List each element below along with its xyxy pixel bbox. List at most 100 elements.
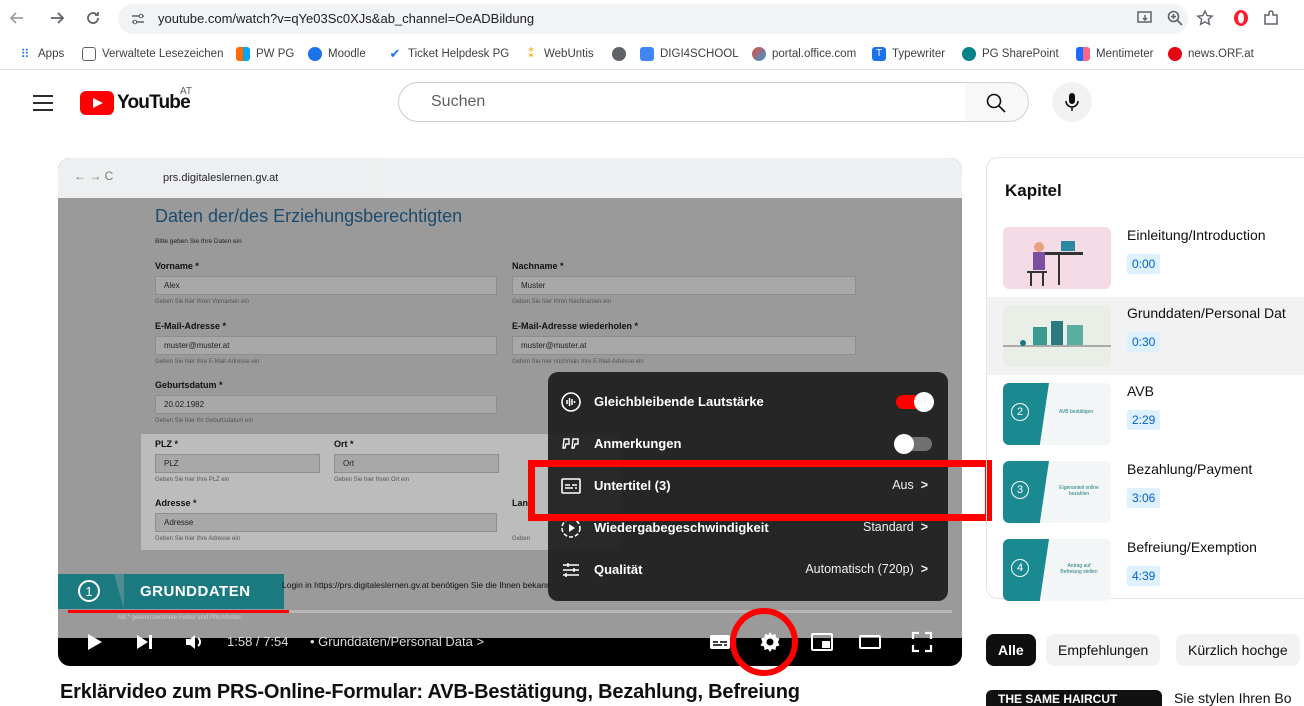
- opera-icon[interactable]: [1232, 9, 1250, 27]
- stable-volume-toggle[interactable]: [896, 392, 934, 412]
- form-title: Daten der/des Erziehungsberechtigten: [155, 206, 463, 226]
- theater-mode-icon[interactable]: [858, 630, 882, 654]
- player-controls: 1:58 / 7:54 • Grunddaten/Personal Data >: [58, 620, 962, 666]
- folder-icon: [82, 47, 96, 61]
- volume-icon[interactable]: [182, 630, 206, 654]
- stable-volume-icon: [560, 391, 582, 413]
- back-arrow-icon[interactable]: [8, 9, 26, 27]
- chevron-right-icon: >: [476, 634, 485, 649]
- site-settings-icon[interactable]: [130, 12, 146, 26]
- form-label: Nachname *: [512, 261, 564, 271]
- chapter-title-button[interactable]: • Grunddaten/Personal Data >: [310, 634, 484, 649]
- chapter-timestamp[interactable]: 3:06: [1127, 488, 1161, 508]
- chapter-timestamp[interactable]: 4:39: [1127, 566, 1161, 586]
- youtube-logo[interactable]: YouTube: [80, 91, 191, 115]
- sharepoint-icon: [962, 47, 976, 61]
- search-button[interactable]: [965, 82, 1029, 122]
- annotations-icon: [560, 433, 582, 455]
- forward-arrow-icon[interactable]: [48, 9, 66, 27]
- chapter-thumbnail: 4 Antrag auf Befreiung stellen: [1003, 539, 1111, 601]
- chip-all[interactable]: Alle: [986, 634, 1036, 666]
- fullscreen-icon[interactable]: [910, 630, 934, 654]
- bookmark-moodle[interactable]: Moodle: [308, 47, 366, 61]
- chip-recommendations[interactable]: Empfehlungen: [1046, 634, 1161, 666]
- form-field: Adresse: [155, 513, 497, 532]
- bookmark-typewriter[interactable]: T Typewriter: [872, 47, 945, 61]
- reload-icon[interactable]: [84, 9, 102, 27]
- chapter-item[interactable]: Einleitung/Introduction 0:00: [987, 219, 1304, 297]
- bookmark-globe[interactable]: [612, 47, 632, 61]
- bookmark-mentimeter[interactable]: Mentimeter: [1076, 47, 1154, 61]
- setting-annotations[interactable]: Anmerkungen: [548, 423, 948, 465]
- bookmark-orf[interactable]: news.ORF.at: [1168, 47, 1254, 61]
- chapter-timestamp[interactable]: 0:30: [1127, 332, 1161, 352]
- chapter-timestamp[interactable]: 2:29: [1127, 410, 1161, 430]
- chapter-item[interactable]: 4 Antrag auf Befreiung stellen Befreiung…: [987, 531, 1304, 609]
- setting-stable-volume[interactable]: Gleichbleibende Lautstärke: [548, 381, 948, 423]
- highlight-box-annotation: [528, 460, 992, 521]
- bookmark-webuntis[interactable]: ⁑ WebUntis: [524, 47, 594, 61]
- form-label: Geburtsdatum *: [155, 380, 223, 390]
- search-placeholder: Suchen: [431, 93, 486, 110]
- form-field: PLZ: [155, 454, 320, 473]
- digi4school-icon: [640, 47, 654, 61]
- moodle-icon: [308, 47, 322, 61]
- bookmark-ticket-helpdesk[interactable]: ✔ Ticket Helpdesk PG: [388, 47, 510, 61]
- form-label: E-Mail-Adresse *: [155, 321, 227, 331]
- zoom-icon[interactable]: [1166, 9, 1184, 27]
- chapter-item-active[interactable]: Grunddaten/Personal Dat 0:30: [987, 297, 1304, 375]
- chapter-item[interactable]: 3 Eigenanteil online bezahlen Bezahlung/…: [987, 453, 1304, 531]
- quality-sliders-icon: [560, 559, 582, 581]
- chapter-thumbnail: 3 Eigenanteil online bezahlen: [1003, 461, 1111, 523]
- play-icon[interactable]: [82, 630, 106, 654]
- bookmark-pwpg[interactable]: PW PG: [236, 47, 294, 61]
- chapter-number: 1: [78, 580, 100, 602]
- bookmark-digi4school[interactable]: DIGI4SCHOOL: [640, 47, 739, 61]
- browser-toolbar: youtube.com/watch?v=qYe03Sc0XJs&ab_chann…: [0, 0, 1304, 38]
- bookmark-sharepoint[interactable]: PG SharePoint: [962, 47, 1059, 61]
- search-icon: [986, 93, 1006, 113]
- country-code: AT: [180, 86, 193, 97]
- recommendation-title[interactable]: Sie stylen Ihren Bo: [1174, 690, 1292, 706]
- form-field: Muster: [512, 276, 856, 295]
- recommendation-thumbnail[interactable]: THE SAME HAIRCUT: [986, 690, 1162, 706]
- address-bar[interactable]: youtube.com/watch?v=qYe03Sc0XJs&ab_chann…: [118, 4, 1188, 34]
- toggle-knob: [894, 434, 914, 454]
- form-hint: Geben Sie hier Ihre PLZ ein: [155, 477, 230, 483]
- youtube-play-icon: [80, 91, 114, 115]
- highlight-circle-annotation: [730, 608, 798, 676]
- form-field: Alex: [155, 276, 497, 295]
- form-hint: Geben Sie hier Ihren Ort ein: [334, 477, 410, 483]
- next-icon[interactable]: [132, 630, 156, 654]
- office-icon: [752, 47, 766, 61]
- annotations-toggle[interactable]: [894, 434, 932, 454]
- bookmark-managed[interactable]: Verwaltete Lesezeichen: [82, 47, 223, 61]
- form-label: E-Mail-Adresse wiederholen *: [512, 321, 639, 331]
- apps-grid-icon: ⠿: [20, 47, 30, 61]
- voice-search-button[interactable]: [1052, 82, 1092, 122]
- form-intro: Bitte geben Sie Ihre Daten ein: [155, 238, 242, 245]
- form-hint: Geben Sie hier Ihr Geburtsdatum ein: [155, 418, 254, 424]
- chapter-badge-label: GRUNDDATEN: [140, 583, 251, 600]
- chip-recently-uploaded[interactable]: Kürzlich hochge: [1176, 634, 1300, 666]
- setting-quality[interactable]: Qualität Automatisch (720p) >: [548, 549, 948, 591]
- bookmark-office[interactable]: portal.office.com: [752, 47, 856, 61]
- miniplayer-icon[interactable]: [810, 630, 834, 654]
- form-hint: Geben Sie hier Ihre Adresse ein: [155, 536, 241, 542]
- menu-icon[interactable]: [32, 94, 54, 112]
- bookmark-star-icon[interactable]: [1196, 9, 1214, 27]
- chapter-timestamp[interactable]: 0:00: [1127, 254, 1161, 274]
- extensions-icon[interactable]: [1262, 9, 1280, 27]
- search-input[interactable]: Suchen: [398, 82, 966, 122]
- webuntis-icon: ⁑: [528, 47, 534, 61]
- video-player[interactable]: ← → C prs.digitaleslernen.gv.at Daten de…: [58, 158, 962, 666]
- subtitles-icon[interactable]: [708, 630, 732, 654]
- badge-divider: [114, 574, 124, 609]
- form-label: Vorname *: [155, 261, 199, 271]
- install-app-icon[interactable]: [1136, 9, 1154, 27]
- globe-icon: [612, 47, 626, 61]
- bookmark-apps[interactable]: ⠿ Apps: [18, 47, 65, 61]
- progress-fill: [68, 610, 289, 613]
- chapter-item[interactable]: 2 AVB bestätigen AVB 2:29: [987, 375, 1304, 453]
- progress-bar[interactable]: [68, 610, 952, 613]
